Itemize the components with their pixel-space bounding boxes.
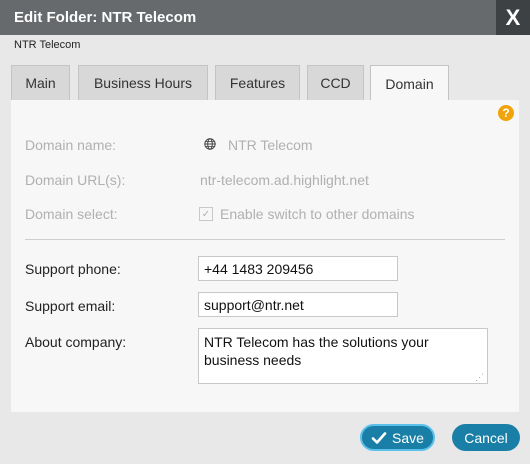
domain-name-value: NTR Telecom [228, 137, 313, 153]
tab-ccd[interactable]: CCD [307, 65, 364, 100]
support-email-input[interactable] [198, 292, 398, 317]
resize-grip-icon[interactable]: ⋰ [475, 372, 485, 382]
save-button-label: Save [392, 429, 424, 446]
edit-folder-dialog: Edit Folder: NTR Telecom X NTR Telecom M… [0, 0, 530, 464]
help-icon[interactable]: ? [498, 105, 514, 121]
tab-features[interactable]: Features [215, 65, 300, 100]
enable-switch-label: Enable switch to other domains [220, 206, 415, 222]
tab-business-hours[interactable]: Business Hours [78, 65, 208, 100]
tab-domain[interactable]: Domain [370, 65, 449, 101]
save-button[interactable]: Save [360, 424, 435, 451]
dialog-title: Edit Folder: NTR Telecom [14, 9, 197, 26]
about-company-label: About company: [25, 334, 127, 350]
checkmark-icon [371, 431, 387, 444]
domain-url-label: Domain URL(s): [25, 172, 126, 188]
section-divider [25, 239, 505, 240]
dialog-titlebar[interactable]: Edit Folder: NTR Telecom X [0, 0, 530, 35]
tab-main[interactable]: Main [11, 65, 70, 100]
enable-switch-checkbox: ✓ [199, 207, 213, 221]
domain-url-value: ntr-telecom.ad.highlight.net [200, 172, 369, 188]
globe-icon [204, 138, 216, 150]
support-phone-input[interactable] [198, 256, 398, 281]
cancel-button[interactable]: Cancel [452, 424, 520, 451]
about-company-textarea[interactable]: NTR Telecom has the solutions your busin… [198, 328, 488, 384]
dialog-subtitle: NTR Telecom [14, 39, 81, 51]
close-icon[interactable]: X [496, 0, 530, 35]
domain-select-label: Domain select: [25, 206, 118, 222]
domain-name-label: Domain name: [25, 137, 117, 153]
cancel-button-label: Cancel [464, 429, 508, 446]
support-phone-label: Support phone: [25, 261, 121, 277]
support-email-label: Support email: [25, 298, 116, 314]
